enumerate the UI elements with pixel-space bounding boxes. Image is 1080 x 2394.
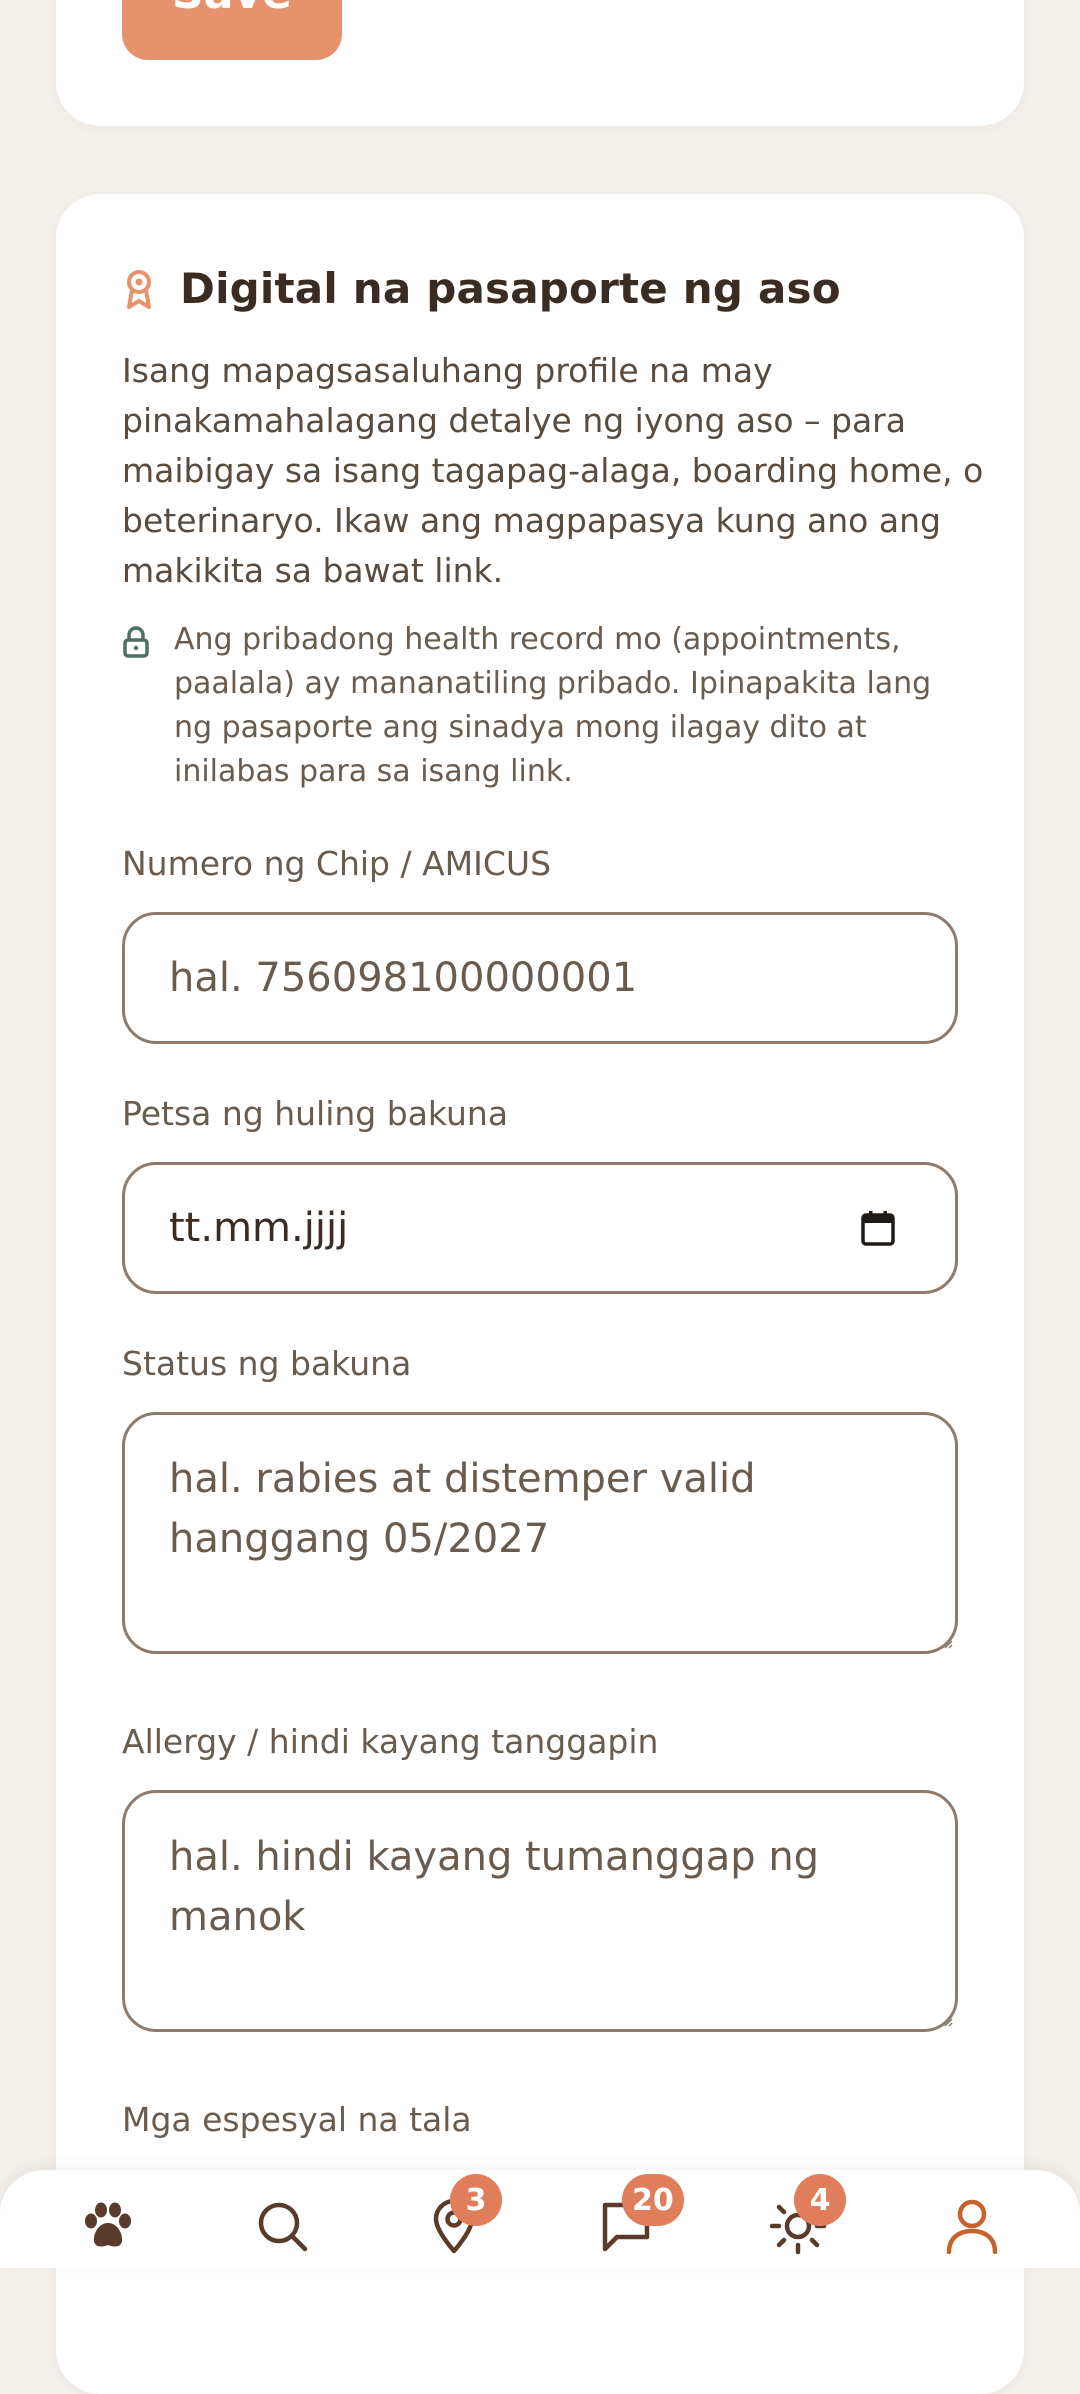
vaccine-status-label: Status ng bakuna — [122, 1344, 412, 1383]
card-header: Digital na pasaporte ng aso — [122, 264, 841, 313]
user-icon — [946, 2199, 998, 2254]
allergy-textarea[interactable]: hal. hindi kayang tumanggap ng manok — [122, 1790, 958, 2032]
vaccine-status-placeholder: hal. rabies at distemper valid hanggang … — [169, 1456, 756, 1562]
card-title: Digital na pasaporte ng aso — [180, 264, 841, 313]
allergy-label: Allergy / hindi kayang tanggapin — [122, 1722, 659, 1761]
resize-grip-icon[interactable] — [943, 1639, 953, 1649]
nav-item-messages[interactable]: 20 — [596, 2174, 684, 2256]
chip-number-input[interactable]: hal. 756098100000001 — [122, 912, 958, 1044]
nav-item-map[interactable]: 3 — [424, 2174, 502, 2256]
weather-badge: 4 — [794, 2174, 846, 2226]
nav-item-home[interactable] — [78, 2196, 138, 2256]
profile-card: Save — [56, 0, 1024, 126]
passport-description: Isang mapagsasaluhang profile na may pin… — [122, 351, 984, 590]
search-icon — [258, 2202, 308, 2252]
notes-label: Mga espesyal na tala — [122, 2100, 472, 2139]
nav-item-search[interactable] — [252, 2196, 312, 2256]
allergy-placeholder: hal. hindi kayang tumanggap ng manok — [169, 1834, 820, 1940]
paw-icon — [85, 2202, 131, 2247]
messages-badge: 20 — [622, 2174, 684, 2226]
calendar-icon[interactable] — [861, 1210, 895, 1246]
save-button[interactable]: Save — [122, 0, 342, 60]
vaccine-date-value: tt.mm.jjjj — [169, 1205, 349, 1251]
lock-icon — [123, 626, 149, 658]
badge-ribbon-icon — [127, 269, 151, 309]
passport-card: Digital na pasaporte ng aso Isang mapags… — [56, 194, 1024, 2394]
vaccine-date-label: Petsa ng huling bakuna — [122, 1094, 509, 1133]
nav-item-profile[interactable] — [942, 2196, 1002, 2256]
chip-label: Numero ng Chip / AMICUS — [122, 844, 552, 883]
vaccine-status-textarea[interactable]: hal. rabies at distemper valid hanggang … — [122, 1412, 958, 1654]
resize-grip-icon[interactable] — [943, 2017, 953, 2027]
nav-item-weather[interactable]: 4 — [768, 2174, 846, 2256]
privacy-text: Ang pribadong health record mo (appointm… — [174, 622, 932, 789]
vaccine-date-input[interactable]: tt.mm.jjjj — [122, 1162, 958, 1294]
privacy-note: Ang pribadong health record mo (appointm… — [122, 618, 1022, 794]
bottom-nav: 3 20 4 — [0, 2170, 1080, 2268]
map-badge: 3 — [450, 2174, 502, 2226]
